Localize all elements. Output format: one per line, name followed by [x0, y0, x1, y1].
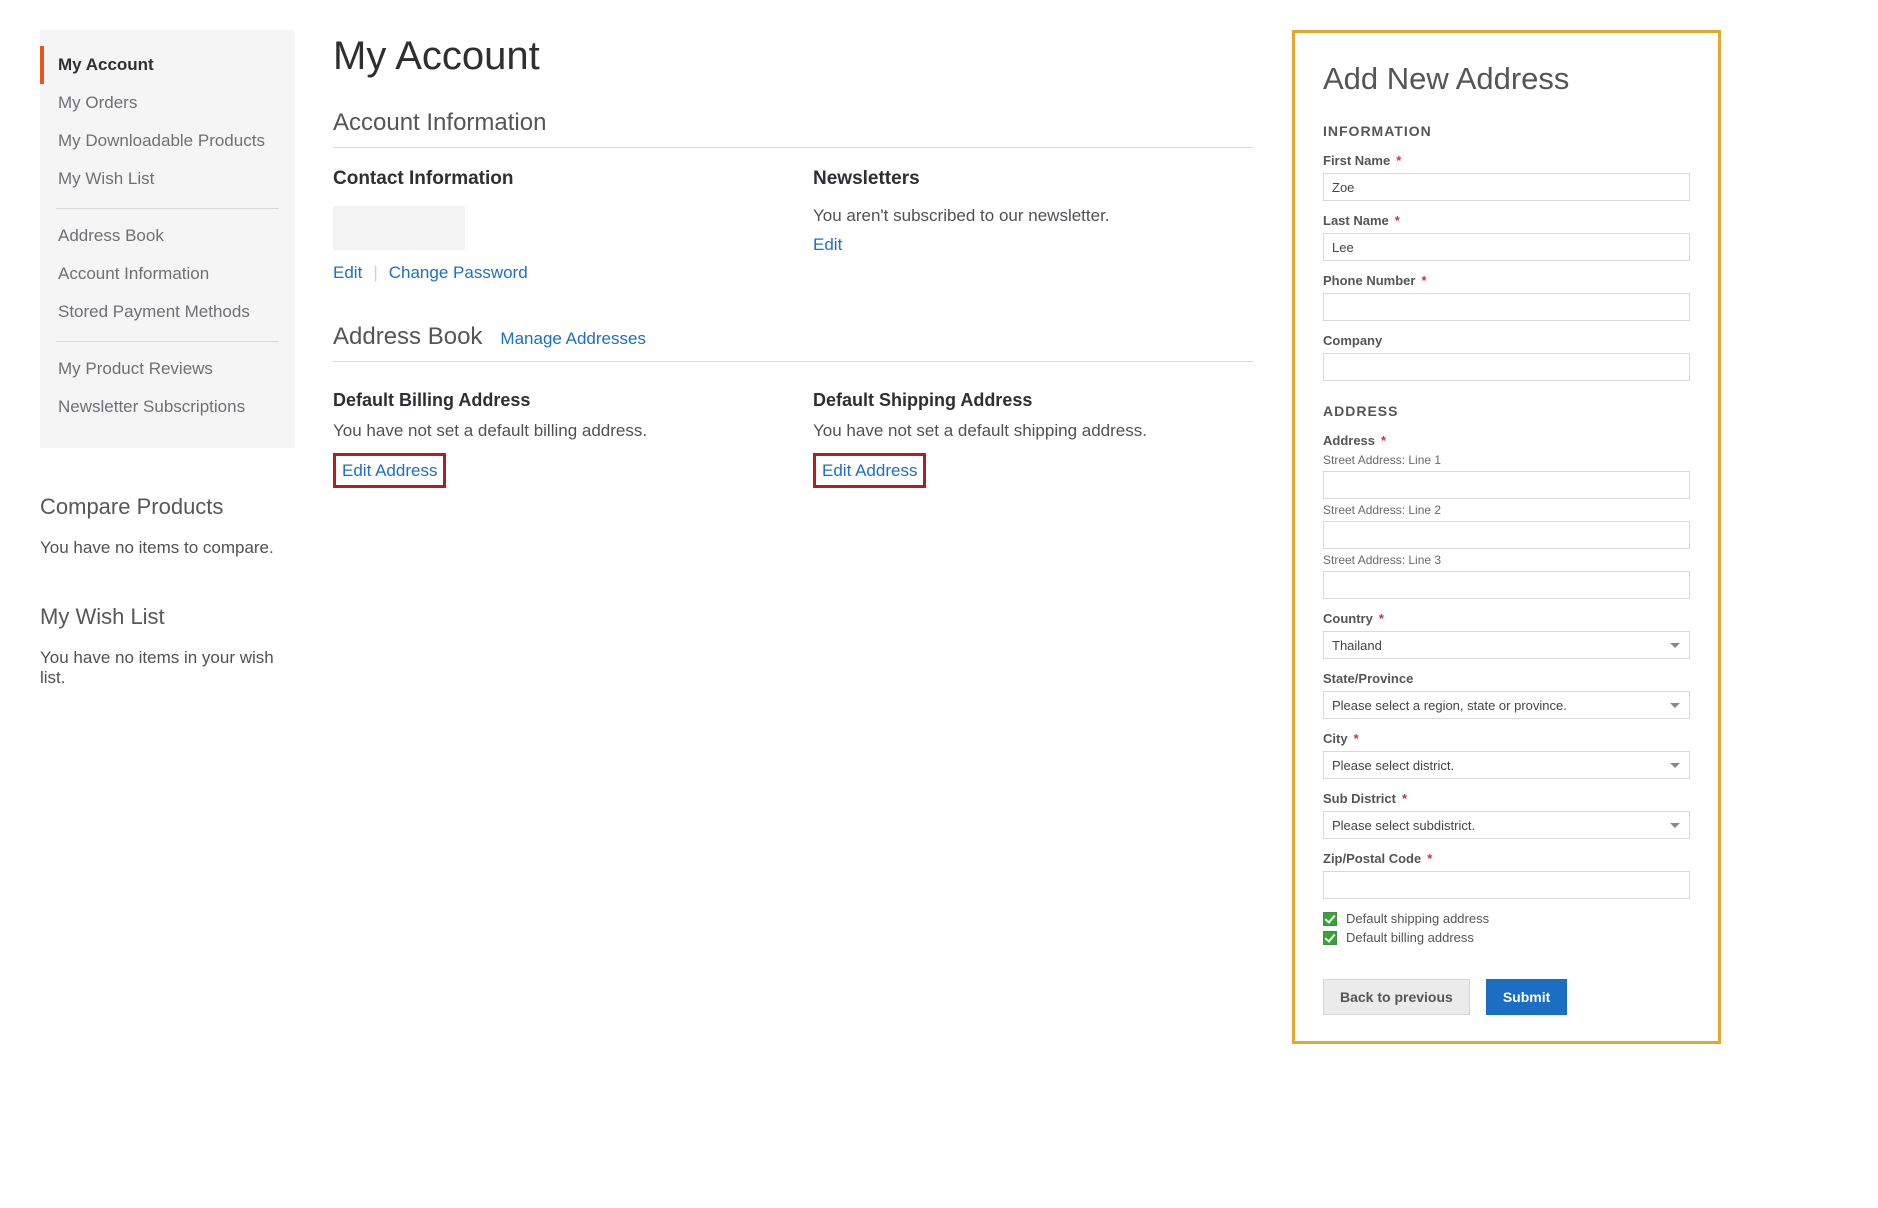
- nav-my-orders[interactable]: My Orders: [56, 84, 279, 122]
- shipping-address-heading: Default Shipping Address: [813, 390, 1253, 411]
- city-select[interactable]: Please select district.: [1323, 751, 1690, 779]
- account-sidebar: My Account My Orders My Downloadable Pro…: [40, 30, 295, 448]
- compare-products-block: Compare Products You have no items to co…: [40, 494, 295, 558]
- nav-account-info[interactable]: Account Information: [56, 255, 279, 293]
- billing-address-msg: You have not set a default billing addre…: [333, 421, 773, 441]
- compare-title: Compare Products: [40, 494, 295, 520]
- default-shipping-checkbox[interactable]: [1323, 912, 1337, 926]
- country-select[interactable]: Thailand: [1323, 631, 1690, 659]
- last-name-label: Last Name: [1323, 213, 1389, 228]
- contact-info-heading: Contact Information: [333, 168, 773, 190]
- default-billing-label: Default billing address: [1346, 930, 1474, 945]
- address-book-title: Address Book: [333, 323, 482, 351]
- submit-button[interactable]: Submit: [1486, 979, 1567, 1015]
- company-input[interactable]: [1323, 353, 1690, 381]
- default-shipping-label: Default shipping address: [1346, 911, 1489, 926]
- divider: |: [367, 263, 383, 283]
- form-section-address: ADDRESS: [1323, 403, 1690, 419]
- nav-address-book[interactable]: Address Book: [56, 217, 279, 255]
- newsletter-status: You aren't subscribed to our newsletter.: [813, 206, 1253, 226]
- shipping-address-msg: You have not set a default shipping addr…: [813, 421, 1253, 441]
- first-name-input[interactable]: [1323, 173, 1690, 201]
- contact-info-block: Contact Information Edit | Change Passwo…: [333, 162, 773, 283]
- edit-newsletter-link[interactable]: Edit: [813, 235, 842, 254]
- nav-product-reviews[interactable]: My Product Reviews: [56, 350, 279, 388]
- phone-input[interactable]: [1323, 293, 1690, 321]
- shipping-address-block: Default Shipping Address You have not se…: [813, 376, 1253, 488]
- nav-newsletter-subs[interactable]: Newsletter Subscriptions: [56, 388, 279, 426]
- city-label: City: [1323, 731, 1348, 746]
- nav-downloadable[interactable]: My Downloadable Products: [56, 122, 279, 160]
- billing-address-heading: Default Billing Address: [333, 390, 773, 411]
- add-address-form: Add New Address INFORMATION First Name* …: [1292, 30, 1721, 1044]
- edit-contact-link[interactable]: Edit: [333, 263, 362, 282]
- address-label: Address: [1323, 433, 1375, 448]
- newsletters-heading: Newsletters: [813, 168, 1253, 190]
- addr-line3-label: Street Address: Line 3: [1323, 553, 1690, 567]
- state-label: State/Province: [1323, 671, 1413, 686]
- nav-wish-list[interactable]: My Wish List: [56, 160, 279, 198]
- compare-empty-msg: You have no items to compare.: [40, 538, 295, 558]
- default-billing-checkbox[interactable]: [1323, 931, 1337, 945]
- subdistrict-select[interactable]: Please select subdistrict.: [1323, 811, 1690, 839]
- wish-list-block: My Wish List You have no items in your w…: [40, 604, 295, 688]
- nav-my-account[interactable]: My Account: [56, 46, 279, 84]
- page-title: My Account: [333, 34, 1253, 79]
- edit-billing-address-link[interactable]: Edit Address: [342, 461, 437, 480]
- form-title: Add New Address: [1323, 61, 1690, 97]
- company-label: Company: [1323, 333, 1382, 348]
- addr-line2-label: Street Address: Line 2: [1323, 503, 1690, 517]
- first-name-label: First Name: [1323, 153, 1390, 168]
- last-name-input[interactable]: [1323, 233, 1690, 261]
- account-info-heading: Account Information: [333, 109, 1253, 148]
- nav-payment-methods[interactable]: Stored Payment Methods: [56, 293, 279, 331]
- change-password-link[interactable]: Change Password: [389, 263, 528, 282]
- addr-line1-label: Street Address: Line 1: [1323, 453, 1690, 467]
- zip-label: Zip/Postal Code: [1323, 851, 1421, 866]
- address-book-heading: Address Book Manage Addresses: [333, 323, 1253, 362]
- manage-addresses-link[interactable]: Manage Addresses: [500, 329, 646, 349]
- phone-label: Phone Number: [1323, 273, 1415, 288]
- state-select[interactable]: Please select a region, state or provinc…: [1323, 691, 1690, 719]
- addr-line3-input[interactable]: [1323, 571, 1690, 599]
- addr-line2-input[interactable]: [1323, 521, 1690, 549]
- contact-info-redacted: [333, 206, 465, 250]
- country-label: Country: [1323, 611, 1373, 626]
- zip-input[interactable]: [1323, 871, 1690, 899]
- billing-address-block: Default Billing Address You have not set…: [333, 376, 773, 488]
- edit-shipping-address-link[interactable]: Edit Address: [822, 461, 917, 480]
- back-button[interactable]: Back to previous: [1323, 979, 1470, 1015]
- addr-line1-input[interactable]: [1323, 471, 1690, 499]
- subdistrict-label: Sub District: [1323, 791, 1396, 806]
- wishlist-empty-msg: You have no items in your wish list.: [40, 648, 295, 688]
- wishlist-title: My Wish List: [40, 604, 295, 630]
- newsletters-block: Newsletters You aren't subscribed to our…: [813, 162, 1253, 283]
- form-section-information: INFORMATION: [1323, 123, 1690, 139]
